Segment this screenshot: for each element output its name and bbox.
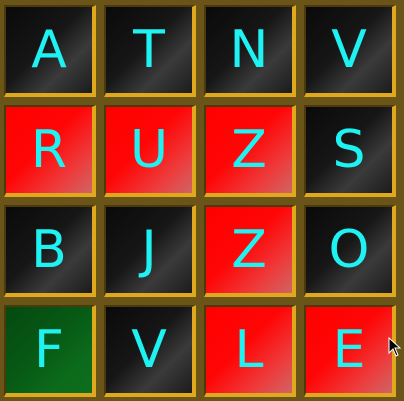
tile-r1-c3[interactable]: S (304, 105, 396, 197)
tile-letter: J (141, 220, 157, 280)
tile-letter: O (328, 220, 370, 280)
tile-r1-c2[interactable]: Z (204, 105, 296, 197)
tile-letter: F (34, 320, 64, 380)
tile-r0-c0[interactable]: A (4, 5, 96, 97)
tile-letter: T (133, 20, 165, 80)
tile-letter: U (129, 120, 169, 180)
tile-r1-c1[interactable]: U (104, 105, 196, 197)
tile-letter: N (229, 20, 269, 80)
tile-r0-c1[interactable]: T (104, 5, 196, 97)
tile-r3-c3[interactable]: E (304, 305, 396, 397)
tile-letter: V (331, 20, 367, 80)
tile-r0-c3[interactable]: V (304, 5, 396, 97)
tile-r2-c0[interactable]: B (4, 205, 96, 297)
tile-r1-c0[interactable]: R (4, 105, 96, 197)
tile-r2-c3[interactable]: O (304, 205, 396, 297)
tile-letter: Z (231, 220, 267, 280)
tile-letter: A (31, 20, 67, 80)
letter-grid-board: A T N V R U Z S B J Z O F V L E (0, 0, 404, 401)
tile-r3-c0[interactable]: F (4, 305, 96, 397)
tile-letter: Z (231, 120, 267, 180)
tile-letter: L (234, 320, 264, 380)
tile-letter: E (332, 320, 366, 380)
tile-r3-c2[interactable]: L (204, 305, 296, 397)
tile-letter: B (31, 220, 67, 280)
tile-letter: R (30, 120, 68, 180)
tile-r2-c2[interactable]: Z (204, 205, 296, 297)
tile-r3-c1[interactable]: V (104, 305, 196, 397)
tile-letter: S (332, 120, 366, 180)
tile-letter: V (131, 320, 167, 380)
tile-r0-c2[interactable]: N (204, 5, 296, 97)
tile-r2-c1[interactable]: J (104, 205, 196, 297)
mouse-pointer-icon (388, 337, 402, 357)
